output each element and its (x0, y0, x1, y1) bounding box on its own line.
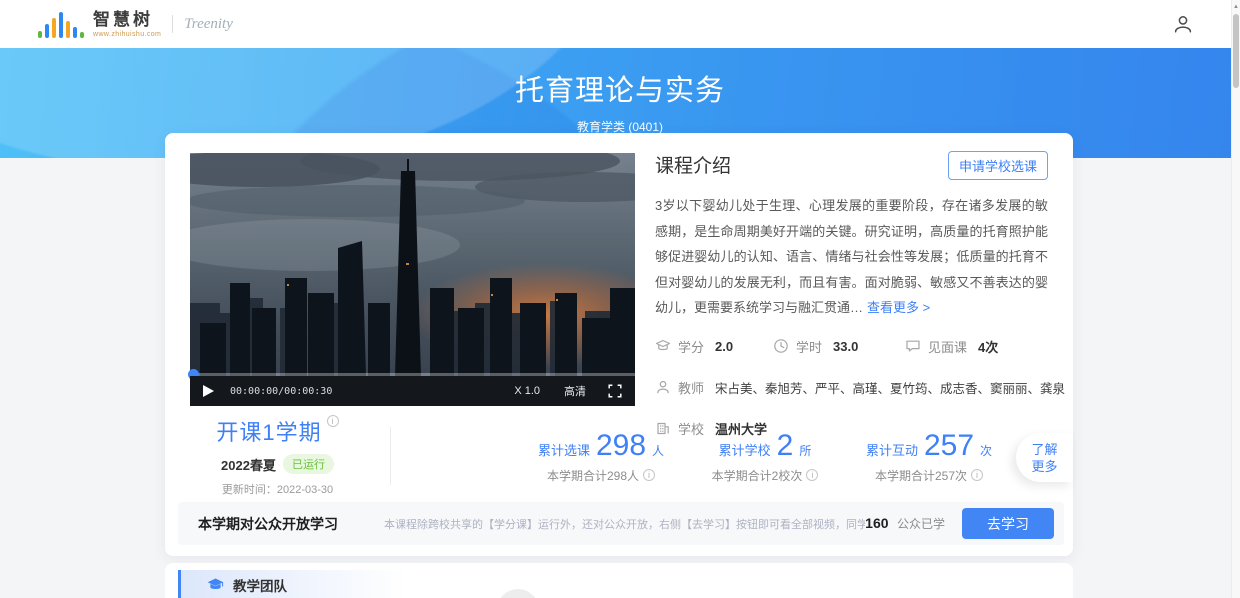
clock-icon (773, 338, 789, 354)
teacher-row: 教师 宋占美、秦旭芳、严平、高瑾、夏竹筠、成志香、窦丽丽、龚泉 (655, 378, 1048, 397)
stat-enrolled: 累计选课 298 人 本学期合计298人 (519, 429, 683, 484)
stat-unit: 人 (652, 442, 664, 459)
semester-term: 2022春夏 (221, 455, 276, 474)
stat-columns: 累计选课 298 人 本学期合计298人 累计学校 2 所 本学期合计2校次 (519, 429, 1011, 484)
public-bar-description: 本课程除跨校共享的【学分课】运行外，还对公众开放，右侧【去学习】按钮即可看全部视… (384, 516, 865, 532)
stat-interactions: 累计互动 257 次 本学期合计257次 (847, 429, 1011, 484)
logo-divider (172, 15, 173, 33)
course-description-text: 3岁以下婴幼儿处于生理、心理发展的重要阶段，存在诸多发展的敏感期，是生命周期美好… (655, 198, 1048, 315)
statistics-row: 开课1学期 2022春夏 已运行 更新时间：2022-03-30 累计选课 29… (165, 411, 1073, 501)
scrollbar-thumb[interactable] (1233, 14, 1239, 88)
stat-sub: 本学期合计257次 (875, 467, 967, 484)
team-tab-label: 教学团队 (233, 575, 287, 595)
scrollbar-up-arrow[interactable]: ▲ (1232, 0, 1240, 13)
course-description: 3岁以下婴幼儿处于生理、心理发展的重要阶段，存在诸多发展的敏感期，是生命周期美好… (655, 193, 1048, 321)
user-account-icon[interactable] (1172, 13, 1194, 35)
stat-label: 累计互动 (866, 440, 918, 459)
stat-label: 累计学校 (719, 440, 771, 459)
tab-teaching-team[interactable]: 教学团队 (178, 570, 406, 598)
stat-schools: 累计学校 2 所 本学期合计2校次 (683, 429, 847, 484)
playback-speed-button[interactable]: X 1.0 (514, 385, 540, 397)
graduation-cap-icon (655, 338, 671, 354)
stat-label: 累计选课 (538, 440, 590, 459)
info-icon[interactable] (971, 469, 983, 481)
logo-url-text: www.zhihuishu.com (93, 31, 161, 38)
avatar (497, 589, 539, 598)
public-learner-count: 160 公众已学 (865, 515, 945, 533)
stat-unit: 所 (799, 442, 811, 459)
stat-sub: 本学期合计2校次 (712, 467, 803, 484)
status-badge: 已运行 (283, 454, 334, 474)
updated-value: 2022-03-30 (277, 484, 333, 496)
public-learning-bar: 本学期对公众开放学习 本课程除跨校共享的【学分课】运行外，还对公众开放，右侧【去… (178, 502, 1064, 545)
updated-label: 更新时间： (222, 484, 277, 496)
video-player[interactable]: 00:00:00/00:00:30 X 1.0 高清 (190, 153, 635, 406)
stat-value: 257 (924, 429, 974, 463)
stat-value: 2 (777, 429, 794, 463)
course-title: 托育理论与实务 (0, 48, 1240, 109)
vertical-divider (390, 427, 391, 485)
course-info-card: 00:00:00/00:00:30 X 1.0 高清 课程介绍 申请学校选课 3… (165, 133, 1073, 556)
credit-value: 2.0 (715, 339, 733, 354)
hours-label: 学时 (796, 337, 822, 356)
hours-meta: 学时 33.0 (773, 337, 905, 356)
quality-button[interactable]: 高清 (564, 383, 586, 399)
info-icon[interactable] (327, 415, 339, 427)
fullscreen-icon[interactable] (608, 384, 622, 398)
video-frame-city-skyline (190, 153, 635, 376)
info-icon[interactable] (643, 469, 655, 481)
top-header: 智慧树 www.zhihuishu.com Treenity (0, 0, 1240, 48)
teacher-names: 宋占美、秦旭芳、严平、高瑾、夏竹筠、成志香、窦丽丽、龚泉 (715, 378, 1065, 397)
course-meta-row: 学分 2.0 学时 33.0 (655, 337, 1048, 356)
course-intro-section: 课程介绍 申请学校选课 3岁以下婴幼儿处于生理、心理发展的重要阶段，存在诸多发展… (655, 151, 1048, 438)
meeting-value: 4次 (978, 337, 998, 356)
credit-meta: 学分 2.0 (655, 337, 773, 356)
teacher-person-icon (655, 379, 671, 395)
learn-more-label: 了解更多 (1031, 441, 1059, 475)
team-graduation-cap-icon (207, 578, 224, 592)
zhihuishu-logo[interactable]: 智慧树 www.zhihuishu.com Treenity (38, 11, 233, 38)
apply-school-course-button[interactable]: 申请学校选课 (948, 151, 1048, 180)
stat-unit: 次 (980, 442, 992, 459)
page: 智慧树 www.zhihuishu.com Treenity 托育理论与实务 教… (0, 0, 1240, 598)
treenity-brand: Treenity (184, 16, 233, 33)
semester-count: 开课1学期 (216, 415, 321, 447)
info-icon[interactable] (806, 469, 818, 481)
logo-wordmark: 智慧树 www.zhihuishu.com (93, 11, 161, 38)
scrollbar[interactable]: ▲ (1231, 0, 1240, 598)
chat-bubble-icon (905, 338, 921, 354)
logo-title: 智慧树 (93, 11, 161, 28)
video-controls: 00:00:00/00:00:30 X 1.0 高清 (190, 376, 635, 406)
hours-value: 33.0 (833, 339, 858, 354)
credit-label: 学分 (678, 337, 704, 356)
teacher-label: 教师 (678, 378, 704, 397)
learn-more-tab[interactable]: 了解更多 (1016, 433, 1073, 482)
meeting-meta: 见面课 4次 (905, 337, 998, 356)
teaching-team-section: 教学团队 (165, 563, 1073, 598)
public-count-number: 160 (865, 515, 888, 531)
stat-sub: 本学期合计298人 (547, 467, 639, 484)
video-time: 00:00:00/00:00:30 (230, 386, 332, 397)
public-count-label: 公众已学 (897, 517, 945, 531)
view-more-link[interactable]: 查看更多 > (867, 300, 930, 315)
public-bar-title: 本学期对公众开放学习 (198, 514, 338, 534)
intro-section-title: 课程介绍 (655, 151, 731, 178)
play-button[interactable] (203, 385, 214, 397)
stat-value: 298 (596, 429, 646, 463)
zhihuishu-bars-icon (38, 11, 84, 38)
meeting-label: 见面课 (928, 337, 967, 356)
semester-block: 开课1学期 2022春夏 已运行 更新时间：2022-03-30 (165, 415, 390, 497)
go-study-button[interactable]: 去学习 (962, 508, 1054, 539)
